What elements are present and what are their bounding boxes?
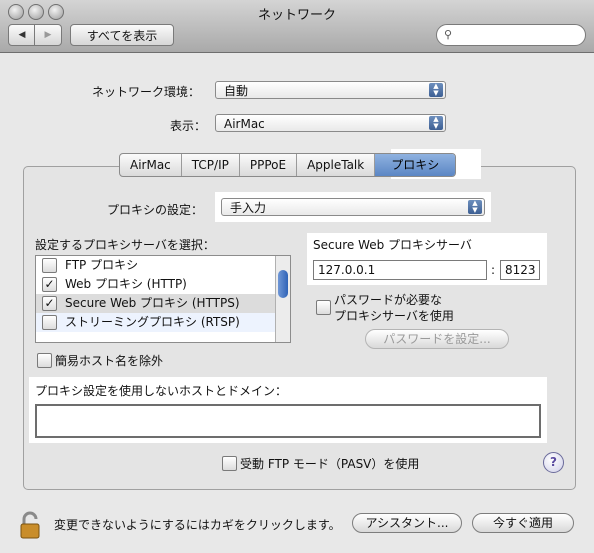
lock-text: 変更できないようにするにはカギをクリックします。: [54, 518, 341, 532]
password-label-line1: パスワードが必要な: [334, 293, 443, 307]
back-arrow-icon: ◀: [18, 30, 26, 40]
tab-tcpip[interactable]: TCP/IP: [182, 154, 240, 176]
exclude-simple-checkbox[interactable]: [37, 353, 52, 368]
popup-arrows-icon: ▲ ▼: [429, 83, 443, 97]
server-title: Secure Web プロキシサーバ: [313, 238, 472, 252]
tab-appletalk[interactable]: AppleTalk: [297, 154, 376, 176]
assistant-button[interactable]: アシスタント...: [352, 513, 462, 533]
list-item[interactable]: ストリーミングプロキシ (RTSP): [36, 313, 290, 332]
list-item[interactable]: ✓ Web プロキシ (HTTP): [36, 275, 290, 294]
exclude-simple-label: 簡易ホスト名を除外: [55, 354, 164, 368]
streaming-proxy-checkbox[interactable]: [42, 315, 57, 330]
back-button[interactable]: ◀: [8, 24, 36, 46]
proxy-config-label: プロキシの設定：: [107, 203, 204, 217]
window-title: ネットワーク: [257, 8, 336, 23]
web-proxy-checkbox[interactable]: ✓: [42, 277, 57, 292]
web-proxy-label: Web プロキシ (HTTP): [65, 277, 187, 291]
help-button[interactable]: ?: [543, 452, 564, 473]
ftp-proxy-checkbox[interactable]: [42, 258, 57, 273]
tab-bar: AirMac TCP/IP PPPoE AppleTalk プロキシ: [119, 153, 457, 177]
show-value: AirMac: [224, 117, 265, 131]
port-separator: :: [491, 263, 496, 277]
title-bar: ネットワーク ◀ ▶ すべてを表示 ⚲: [0, 0, 594, 53]
proxy-list[interactable]: FTP プロキシ ✓ Web プロキシ (HTTP) ✓ Secure Web …: [35, 255, 291, 343]
secure-web-proxy-checkbox[interactable]: ✓: [42, 296, 57, 311]
password-checkbox[interactable]: [316, 300, 331, 315]
pasv-label: 受動 FTP モード（PASV）を使用: [240, 457, 420, 471]
popup-arrows-icon: ▲ ▼: [429, 116, 443, 130]
proxy-list-label: 設定するプロキシサーバを選択：: [35, 238, 215, 252]
tab-proxy[interactable]: プロキシ: [375, 154, 456, 176]
popup-arrows-icon: ▲ ▼: [468, 200, 482, 214]
apply-now-button[interactable]: 今すぐ適用: [472, 513, 574, 533]
scroll-thumb[interactable]: [278, 270, 288, 298]
location-popup[interactable]: 自動 ▲ ▼: [215, 81, 446, 99]
search-icon: ⚲: [444, 28, 453, 41]
lock-icon[interactable]: [18, 510, 42, 540]
show-popup[interactable]: AirMac ▲ ▼: [215, 114, 446, 132]
server-port-field[interactable]: 8123: [500, 260, 540, 280]
forward-button[interactable]: ▶: [34, 24, 62, 46]
server-host-field[interactable]: 127.0.0.1: [313, 260, 487, 280]
location-value: 自動: [224, 84, 249, 98]
show-all-label: すべてを表示: [86, 28, 158, 43]
tab-airmac[interactable]: AirMac: [120, 154, 182, 176]
ftp-proxy-label: FTP プロキシ: [65, 258, 139, 272]
location-label: ネットワーク環境：: [92, 85, 201, 99]
set-password-button[interactable]: パスワードを設定...: [365, 329, 509, 349]
secure-web-proxy-label: Secure Web プロキシ (HTTPS): [65, 296, 240, 310]
proxy-config-popup[interactable]: 手入力 ▲ ▼: [221, 198, 485, 216]
pasv-checkbox[interactable]: [222, 456, 237, 471]
password-label-line2: プロキシサーバを使用: [334, 309, 454, 323]
list-item[interactable]: ✓ Secure Web プロキシ (HTTPS): [36, 294, 290, 313]
show-label: 表示：: [170, 119, 207, 133]
tab-pppoe[interactable]: PPPoE: [240, 154, 298, 176]
bypass-label: プロキシ設定を使用しないホストとドメイン：: [35, 384, 288, 398]
show-all-button[interactable]: すべてを表示: [70, 24, 174, 46]
forward-arrow-icon: ▶: [44, 30, 52, 40]
bypass-hosts-field[interactable]: [35, 404, 541, 438]
list-item[interactable]: FTP プロキシ: [36, 256, 290, 275]
list-scrollbar[interactable]: [275, 256, 290, 342]
streaming-proxy-label: ストリーミングプロキシ (RTSP): [65, 315, 240, 329]
search-input[interactable]: ⚲: [436, 24, 586, 46]
proxy-config-value: 手入力: [230, 201, 267, 215]
